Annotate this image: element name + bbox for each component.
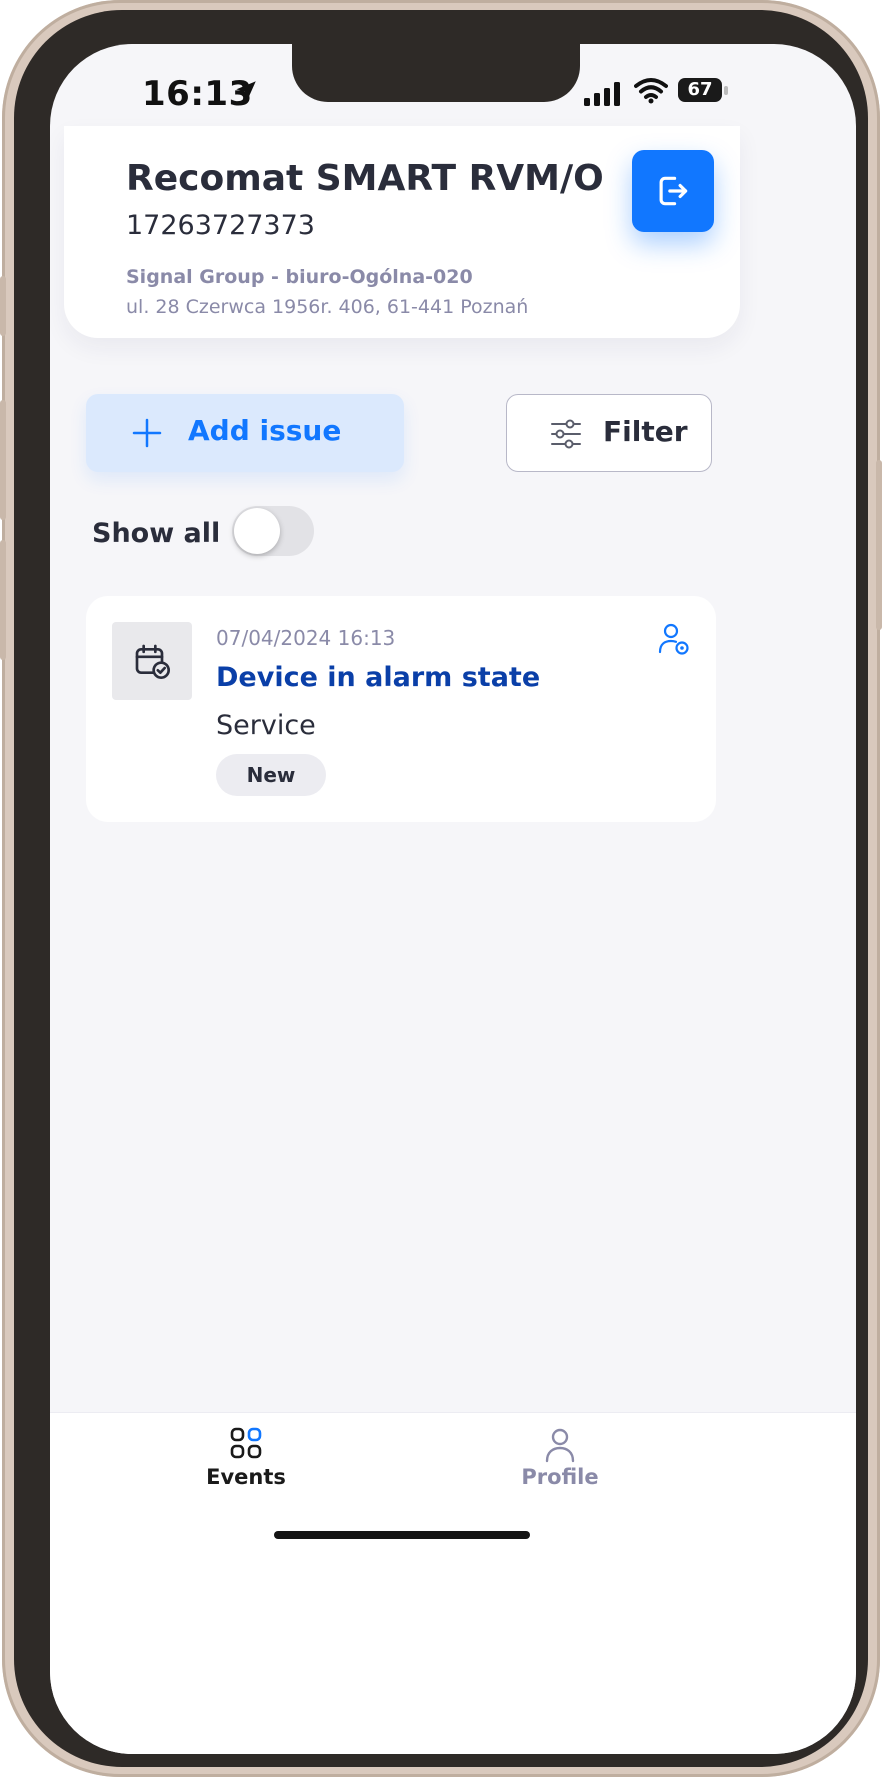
issue-icon-box: [112, 622, 192, 700]
logout-icon: [659, 176, 688, 206]
show-all-label: Show all: [92, 518, 221, 549]
device-serial: 17263727373: [126, 210, 315, 241]
logout-button[interactable]: [632, 150, 714, 232]
battery-indicator: 67: [678, 78, 728, 104]
bottom-nav: Events Profile: [50, 1412, 856, 1754]
mute-switch: [0, 276, 6, 336]
issue-type: Service: [216, 710, 316, 741]
tab-profile-label: Profile: [521, 1465, 599, 1489]
tab-profile[interactable]: Profile: [460, 1413, 660, 1523]
calendar-check-icon: [135, 644, 170, 679]
battery-level: 67: [678, 78, 722, 102]
status-bar: 16:13 67: [50, 44, 856, 134]
plus-icon: [132, 418, 162, 448]
tab-events[interactable]: Events: [146, 1413, 346, 1523]
issue-card[interactable]: 07/04/2024 16:13 Device in alarm state S…: [86, 596, 716, 822]
sliders-icon: [551, 419, 581, 449]
device-address: ul. 28 Czerwca 1956r. 406, 61-441 Poznań: [126, 296, 529, 318]
home-indicator: [274, 1531, 530, 1539]
user-settings-icon[interactable]: [658, 622, 690, 656]
status-badge: New: [216, 754, 326, 796]
volume-down-button: [0, 540, 6, 660]
user-icon: [545, 1428, 575, 1463]
power-button: [876, 460, 882, 630]
issue-title: Device in alarm state: [216, 662, 541, 693]
phone-frame: 16:13 67 Recomat SMART RVM/O 17263727373…: [0, 0, 882, 1777]
app-screen: 16:13 67 Recomat SMART RVM/O 17263727373…: [50, 44, 856, 1754]
device-location: Signal Group - biuro-Ogólna-020: [126, 266, 473, 288]
wifi-icon: [634, 78, 668, 104]
cellular-signal-icon: [584, 82, 620, 106]
phone-bezel: 16:13 67 Recomat SMART RVM/O 17263727373…: [14, 10, 868, 1767]
volume-up-button: [0, 400, 6, 520]
notch: [292, 44, 580, 102]
add-issue-label: Add issue: [188, 414, 342, 447]
location-arrow-icon: [236, 81, 256, 101]
show-all-toggle[interactable]: [232, 506, 314, 556]
filter-label: Filter: [603, 415, 688, 448]
tab-events-label: Events: [206, 1465, 286, 1489]
battery-tip: [724, 86, 728, 95]
issue-date: 07/04/2024 16:13: [216, 626, 396, 650]
grid-icon: [230, 1427, 262, 1459]
toggle-knob: [234, 508, 280, 554]
filter-button[interactable]: Filter: [506, 394, 712, 472]
add-issue-button[interactable]: Add issue: [86, 394, 404, 472]
device-title: Recomat SMART RVM/O: [126, 158, 604, 199]
